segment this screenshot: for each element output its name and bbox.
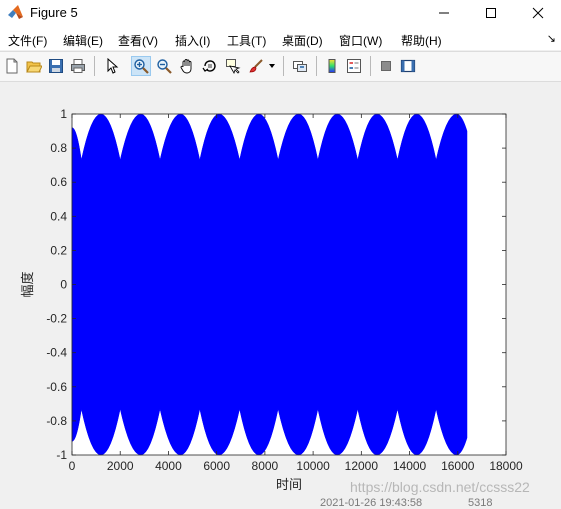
x-tick-label: 4000 — [155, 459, 182, 473]
menu-overflow-icon[interactable]: ↘ — [547, 32, 556, 45]
menu-file[interactable]: 文件(F) — [8, 32, 47, 49]
colorbar-icon — [328, 59, 336, 73]
count-text: 5318 — [468, 497, 493, 509]
zoom-in-button[interactable] — [131, 56, 151, 76]
y-tick-label: -0.6 — [46, 380, 67, 394]
y-tick-label: 0 — [60, 278, 67, 292]
x-tick-label: 12000 — [345, 459, 379, 473]
brush-dropdown-button[interactable] — [266, 56, 278, 76]
figure-canvas: 0 2000 4000 6000 8000 10000 12000 14000 16000 180… — [0, 82, 561, 507]
y-tick-label: 0.8 — [50, 141, 67, 155]
data-cursor-icon — [226, 59, 241, 74]
x-tick-label: 14000 — [393, 459, 427, 473]
open-file-icon — [26, 61, 42, 73]
legend-button[interactable] — [344, 56, 364, 76]
y-tick-label: 1 — [60, 107, 67, 121]
rotate-3d-button[interactable] — [200, 56, 220, 76]
pointer-icon — [107, 58, 119, 74]
minimize-icon — [438, 12, 449, 14]
pointer-button[interactable] — [102, 56, 122, 76]
toolbar-separator — [370, 56, 371, 76]
menu-edit[interactable]: 编辑(E) — [63, 32, 103, 49]
y-tick-label: 0.6 — [50, 175, 67, 189]
menu-help[interactable]: 帮助(H) — [401, 32, 442, 49]
menu-bar: 文件(F) 编辑(E) 查看(V) 插入(I) 工具(T) 桌面(D) 窗口(W… — [0, 26, 561, 50]
y-tick-label: -1 — [56, 448, 67, 462]
show-plot-tools-button[interactable] — [398, 56, 418, 76]
series-0-signal — [71, 113, 468, 456]
x-tick-label: 8000 — [252, 459, 279, 473]
rotate-3d-icon — [202, 60, 216, 72]
brush-icon — [249, 59, 263, 73]
print-icon — [71, 59, 85, 73]
hide-plot-tools-icon — [381, 61, 391, 71]
show-plot-tools-icon — [400, 59, 416, 73]
maximize-button[interactable] — [467, 0, 514, 26]
data-cursor-button[interactable] — [223, 56, 243, 76]
matlab-icon — [8, 5, 23, 19]
menu-window[interactable]: 窗口(W) — [339, 32, 382, 49]
toolbar-separator — [316, 56, 317, 76]
series-layer — [71, 113, 468, 456]
y-tick-label: 0.4 — [50, 209, 67, 223]
pan-icon — [180, 59, 192, 74]
menu-view[interactable]: 查看(V) — [118, 32, 158, 49]
minimize-button[interactable] — [420, 0, 467, 26]
x-tick-label: 6000 — [203, 459, 230, 473]
open-file-button[interactable] — [24, 56, 44, 76]
window-title: Figure 5 — [30, 5, 78, 20]
brush-dropdown-icon — [269, 64, 275, 68]
x-tick-label: 18000 — [489, 459, 523, 473]
link-plot-icon — [293, 61, 307, 72]
x-tick-label: 10000 — [296, 459, 330, 473]
save-button[interactable] — [46, 56, 66, 76]
figure-toolbar — [0, 51, 561, 82]
menu-tools[interactable]: 工具(T) — [227, 32, 266, 49]
new-figure-icon — [6, 58, 18, 74]
legend-icon — [347, 59, 361, 73]
y-tick-label: -0.8 — [46, 414, 67, 428]
y-tick-label: -0.2 — [46, 312, 67, 326]
colorbar-button[interactable] — [322, 56, 342, 76]
zoom-out-button[interactable] — [154, 56, 174, 76]
maximize-icon — [485, 8, 496, 18]
toolbar-separator — [94, 56, 95, 76]
menu-desktop[interactable]: 桌面(D) — [282, 32, 323, 49]
menu-insert[interactable]: 插入(I) — [175, 32, 210, 49]
axes[interactable]: 0 2000 4000 6000 8000 10000 12000 14000 16000 180… — [0, 82, 561, 507]
link-plot-button[interactable] — [290, 56, 310, 76]
x-tick-label: 16000 — [441, 459, 475, 473]
title-bar: Figure 5 — [0, 0, 561, 26]
x-axis-label: 时间 — [276, 477, 302, 492]
zoom-in-icon — [134, 59, 149, 74]
pan-button[interactable] — [177, 56, 197, 76]
save-icon — [49, 59, 63, 73]
new-figure-button[interactable] — [2, 56, 22, 76]
date-text: 2021-01-26 19:43:58 — [320, 497, 423, 509]
x-tick-label: 2000 — [107, 459, 134, 473]
toolbar-separator — [283, 56, 284, 76]
y-tick-label: 0.2 — [50, 243, 67, 257]
zoom-out-icon — [157, 59, 172, 74]
hide-plot-tools-button[interactable] — [376, 56, 396, 76]
brush-button[interactable] — [246, 56, 266, 76]
close-icon — [532, 7, 543, 19]
close-button[interactable] — [514, 0, 561, 26]
y-axis-label: 幅度 — [20, 271, 35, 297]
y-tick-label: -0.4 — [46, 346, 67, 360]
print-button[interactable] — [68, 56, 88, 76]
watermark-text: https://blog.csdn.net/ccsss22 — [350, 479, 530, 495]
x-tick-label: 0 — [69, 459, 76, 473]
